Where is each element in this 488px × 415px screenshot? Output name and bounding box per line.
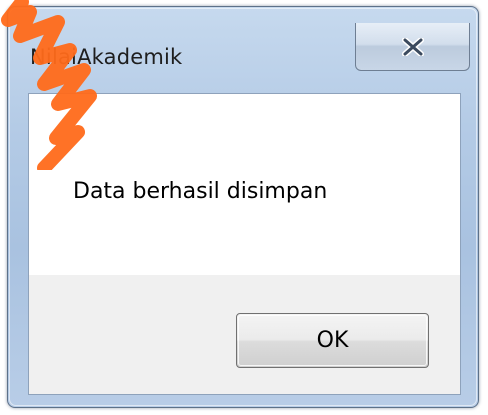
close-button[interactable] bbox=[355, 23, 470, 71]
message-dialog: NilaiAkademik Data berhasil disimpan OK bbox=[7, 6, 479, 408]
message-area: Data berhasil disimpan bbox=[29, 94, 460, 275]
dialog-title: NilaiAkademik bbox=[30, 45, 183, 69]
title-bar[interactable]: NilaiAkademik bbox=[8, 7, 478, 93]
ok-button[interactable]: OK bbox=[236, 313, 429, 368]
close-icon bbox=[401, 37, 424, 56]
message-text: Data berhasil disimpan bbox=[73, 179, 328, 204]
dialog-body: Data berhasil disimpan OK bbox=[28, 93, 461, 395]
ok-button-label: OK bbox=[316, 328, 349, 353]
screen: NilaiAkademik Data berhasil disimpan OK bbox=[0, 0, 488, 415]
